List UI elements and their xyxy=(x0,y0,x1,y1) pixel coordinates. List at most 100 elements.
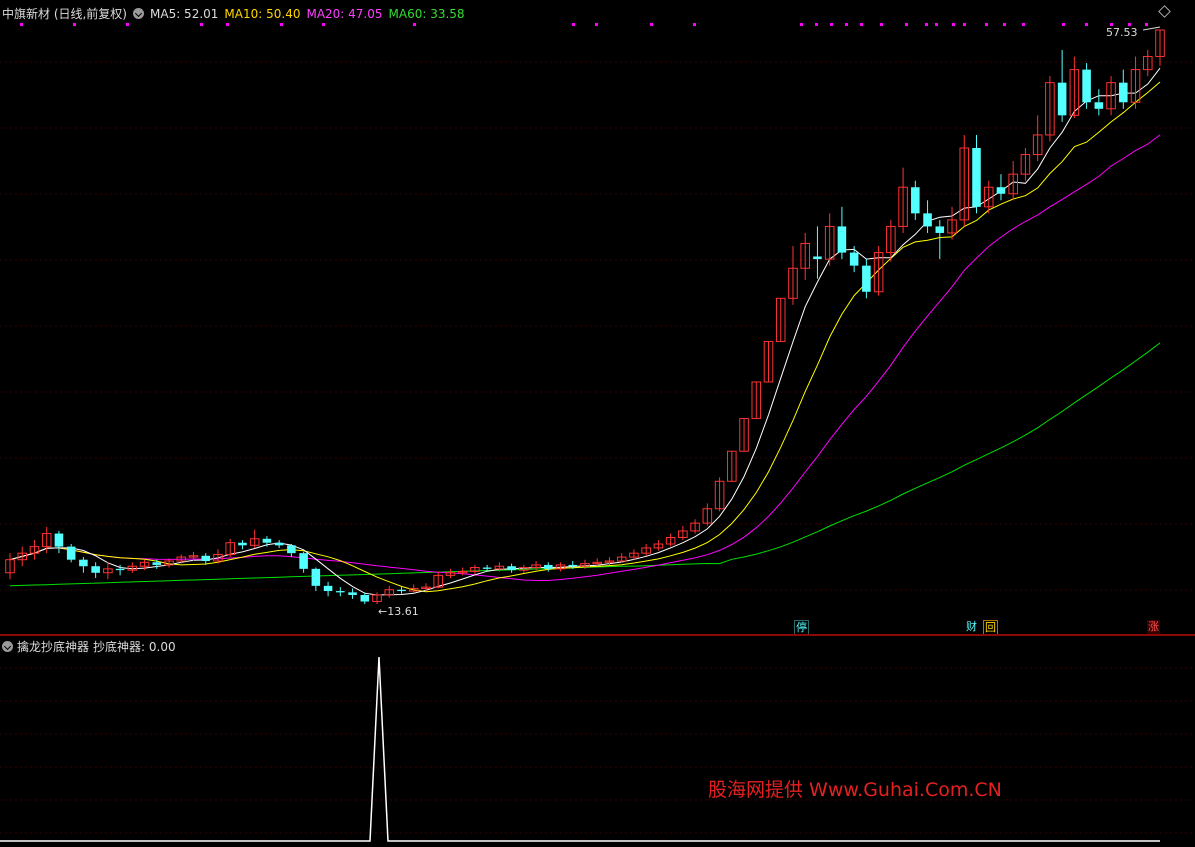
candle xyxy=(813,226,822,279)
candle xyxy=(213,549,223,564)
indicator-header: 擒龙抄底神器 抄底神器: 0.00 xyxy=(2,638,176,655)
candle xyxy=(274,540,284,548)
indicator-title[interactable]: 擒龙抄底神器 xyxy=(17,638,89,655)
candle xyxy=(665,533,676,547)
signal-marker xyxy=(963,23,966,26)
candle xyxy=(763,340,774,383)
candle xyxy=(616,553,627,563)
main-chart-header: 中旗新材 (日线,前复权) MA5: 52.01 MA10: 50.40 MA2… xyxy=(2,5,465,22)
signal-marker xyxy=(860,23,863,26)
ma10-line xyxy=(9,81,1161,593)
candle xyxy=(959,134,970,227)
signal-marker xyxy=(815,23,818,26)
ma60-line xyxy=(9,342,1161,587)
candle xyxy=(935,219,945,260)
candle xyxy=(923,200,932,233)
candle xyxy=(1020,148,1031,181)
candle xyxy=(972,134,981,214)
candle xyxy=(421,583,431,592)
signal-marker xyxy=(126,23,129,26)
badge-cai[interactable]: 财 xyxy=(965,620,978,634)
chevron-down-icon[interactable] xyxy=(2,641,13,652)
ma5-line xyxy=(9,67,1161,596)
candle xyxy=(1094,89,1104,116)
candle xyxy=(79,557,88,573)
ma5-label: MA5: 52.01 xyxy=(150,6,219,21)
ma10-label: MA10: 50.40 xyxy=(224,6,301,21)
candle xyxy=(29,540,40,560)
signal-marker xyxy=(322,23,325,26)
signal-marker xyxy=(925,23,928,26)
candle xyxy=(470,564,480,575)
candle xyxy=(641,544,651,556)
main-chart-panel[interactable]: 中旗新材 (日线,前复权) MA5: 52.01 MA10: 50.40 MA2… xyxy=(0,0,1195,636)
candle xyxy=(287,544,296,558)
price-chart[interactable] xyxy=(0,0,1195,634)
candle xyxy=(788,246,798,305)
signal-marker xyxy=(1062,23,1065,26)
candle xyxy=(397,587,406,594)
candle xyxy=(1119,69,1128,109)
candle xyxy=(336,587,345,597)
signal-marker xyxy=(226,23,229,26)
stock-title[interactable]: 中旗新材 (日线,前复权) xyxy=(2,5,127,22)
ma20-label: MA20: 47.05 xyxy=(306,6,383,21)
signal-marker xyxy=(952,23,955,26)
candle xyxy=(837,206,847,260)
indicator-panel[interactable]: 擒龙抄底神器 抄底神器: 0.00 xyxy=(0,636,1195,847)
candle xyxy=(91,562,100,578)
candle xyxy=(1082,63,1091,109)
candle xyxy=(1045,76,1055,142)
candle xyxy=(188,551,199,562)
candle xyxy=(103,562,113,580)
candle xyxy=(751,381,762,420)
signal-marker xyxy=(595,23,598,26)
candle xyxy=(1130,56,1141,109)
candle xyxy=(873,246,884,296)
signal-marker xyxy=(1022,23,1025,26)
candle xyxy=(1155,29,1165,66)
signal-marker xyxy=(1003,23,1006,26)
indicator-chart[interactable] xyxy=(0,636,1195,847)
signal-marker xyxy=(650,23,653,26)
signal-marker xyxy=(280,23,283,26)
signal-marker xyxy=(905,23,908,26)
candle xyxy=(1032,115,1043,162)
candle xyxy=(911,180,920,220)
candle xyxy=(714,477,725,512)
candle xyxy=(311,567,321,592)
signal-marker xyxy=(935,23,938,26)
candle xyxy=(690,519,700,534)
candle xyxy=(238,540,247,550)
signal-marker xyxy=(830,23,833,26)
candle xyxy=(66,544,76,563)
candle xyxy=(1057,49,1067,122)
candle xyxy=(702,503,713,526)
candle xyxy=(653,540,664,551)
candle xyxy=(800,232,810,281)
chevron-down-icon[interactable] xyxy=(133,8,144,19)
candle xyxy=(5,553,15,580)
candle xyxy=(323,581,333,597)
signal-marker xyxy=(693,23,696,26)
candle xyxy=(739,418,749,452)
candle xyxy=(225,538,235,558)
candle xyxy=(408,584,419,593)
signal-marker xyxy=(73,23,76,26)
low-price-label: ←13.61 xyxy=(378,605,419,618)
ma60-label: MA60: 33.58 xyxy=(388,6,465,21)
candle xyxy=(862,259,871,299)
candle xyxy=(824,213,835,266)
candle xyxy=(1142,49,1153,77)
candle xyxy=(678,525,688,541)
signal-marker xyxy=(800,23,803,26)
candle xyxy=(898,167,908,233)
signal-marker xyxy=(1145,23,1148,26)
badge-zhang[interactable]: 涨 xyxy=(1147,620,1160,634)
indicator-value: 抄底神器: 0.00 xyxy=(93,640,176,654)
signal-marker xyxy=(200,23,203,26)
candle xyxy=(17,546,28,567)
candle xyxy=(54,530,64,554)
high-price-label: 57.53 xyxy=(1106,26,1138,39)
ma20-line xyxy=(9,134,1161,581)
